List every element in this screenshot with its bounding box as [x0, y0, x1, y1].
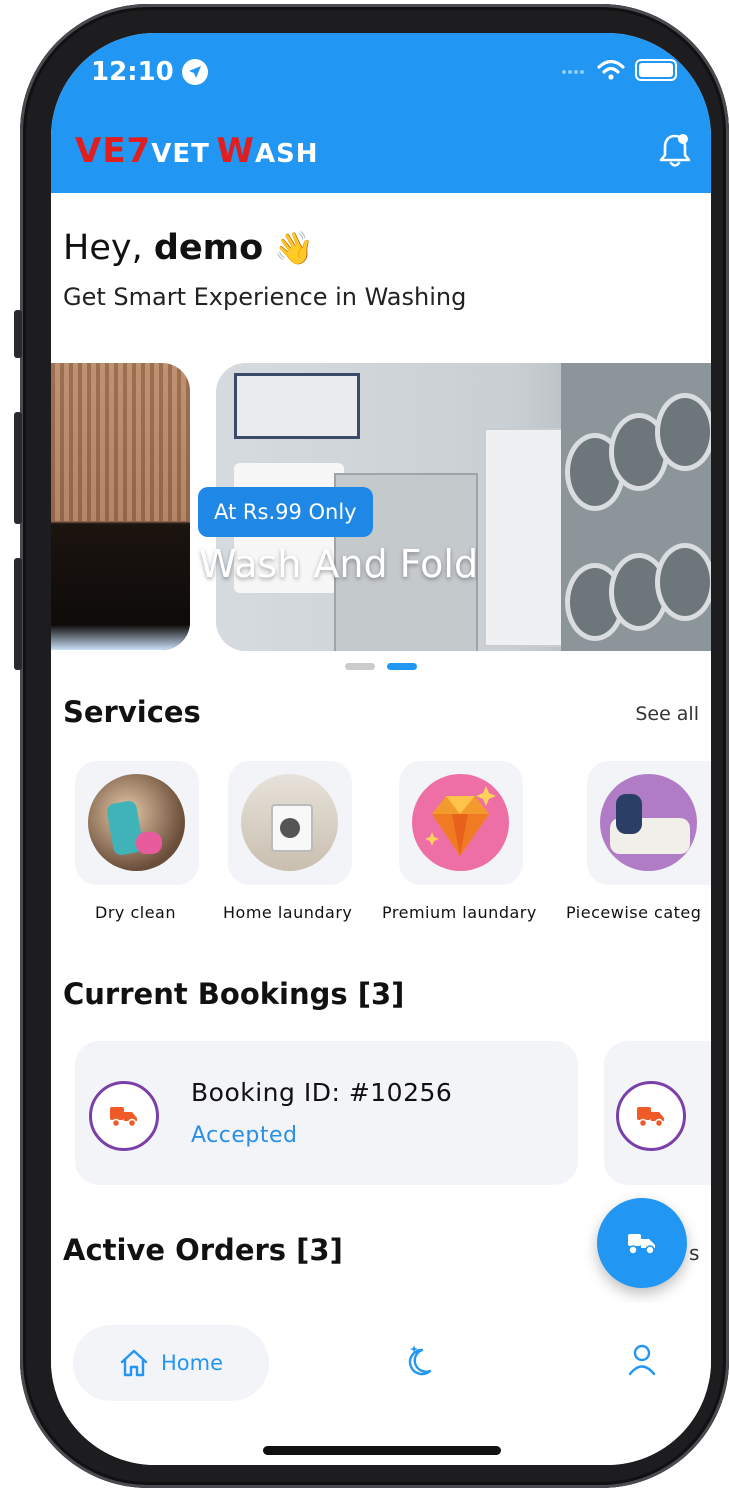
app-logo: VE7VET WASH [75, 131, 319, 171]
service-label: Premium laundary [382, 903, 537, 922]
logo-letter: ASH [254, 139, 319, 169]
night-moon-icon[interactable] [408, 1343, 442, 1377]
new-booking-fab[interactable] [597, 1198, 687, 1288]
home-laundary-image [241, 774, 338, 871]
dry-clean-image [88, 774, 185, 871]
app-screen: 12:10 VE7VET WASH Hey, demo 👋 Get Smart … [51, 33, 711, 1465]
delivery-truck-icon [616, 1081, 686, 1151]
banner-shadow [51, 523, 190, 650]
time-text: 12:10 [91, 57, 174, 87]
app-bar: 12:10 VE7VET WASH [51, 33, 711, 193]
home-icon [120, 1349, 148, 1377]
delivery-truck-icon [89, 1081, 159, 1151]
current-bookings-title: Current Bookings [3] [63, 977, 405, 1011]
booking-status: Accepted [191, 1123, 298, 1148]
service-label: Piecewise categ [566, 903, 702, 922]
piecewise-image [600, 774, 697, 871]
status-time: 12:10 [91, 57, 208, 87]
user-name: demo [153, 228, 264, 268]
notification-bell-icon[interactable] [657, 131, 693, 169]
volume-down-button [14, 558, 22, 670]
banner-dryer-stack [561, 363, 711, 651]
booking-card-next[interactable] [604, 1041, 711, 1185]
wave-emoji: 👋 [274, 229, 315, 267]
home-indicator[interactable] [263, 1446, 501, 1455]
banner-door [484, 428, 564, 647]
see-all-peek[interactable]: s [689, 1241, 699, 1265]
banner-drum [655, 393, 711, 471]
banner-sign [234, 373, 360, 439]
status-icons [561, 59, 677, 81]
nav-home-label: Home [160, 1351, 223, 1375]
service-home-laundary[interactable] [228, 761, 352, 885]
mute-switch [14, 310, 22, 358]
active-orders-title: Active Orders [3] [63, 1233, 343, 1267]
service-piecewise-category[interactable] [587, 761, 711, 885]
banner-slide-previous[interactable] [51, 363, 190, 650]
location-arrow-icon [181, 59, 208, 85]
carousel-dot[interactable] [345, 663, 375, 670]
bottom-navigation: Home [51, 1303, 711, 1465]
logo-letter: V [75, 131, 103, 171]
battery-icon [635, 59, 677, 81]
premium-laundary-image [412, 774, 509, 871]
service-premium-laundary[interactable] [399, 761, 523, 885]
greeting: Hey, demo 👋 [63, 228, 314, 268]
cellular-signal-icon [562, 70, 584, 74]
logo-letter: W [216, 131, 255, 171]
carousel-dot-active[interactable] [387, 663, 417, 670]
greeting-subtitle: Get Smart Experience in Washing [63, 283, 467, 311]
banner-title: Wash And Fold [199, 542, 479, 586]
volume-up-button [14, 412, 22, 524]
booking-id: Booking ID: #10256 [191, 1078, 453, 1107]
carousel-indicator [345, 663, 417, 670]
profile-icon[interactable] [627, 1343, 657, 1377]
knit-texture [51, 363, 190, 521]
greeting-prefix: Hey, [63, 228, 154, 268]
banner-drum [655, 543, 711, 621]
logo-letter: E7 [102, 131, 152, 171]
service-label: Dry clean [95, 903, 176, 922]
see-all-link[interactable]: See all [635, 703, 699, 725]
nav-home[interactable]: Home [73, 1325, 269, 1401]
price-badge: At Rs.99 Only [198, 487, 373, 537]
booking-card[interactable] [75, 1041, 578, 1185]
service-dry-clean[interactable] [75, 761, 199, 885]
service-label: Home laundary [223, 903, 353, 922]
delivery-scooter-icon [628, 1234, 655, 1255]
services-title: Services [63, 695, 201, 729]
logo-letter: VET [151, 139, 210, 169]
wifi-icon [597, 59, 625, 80]
